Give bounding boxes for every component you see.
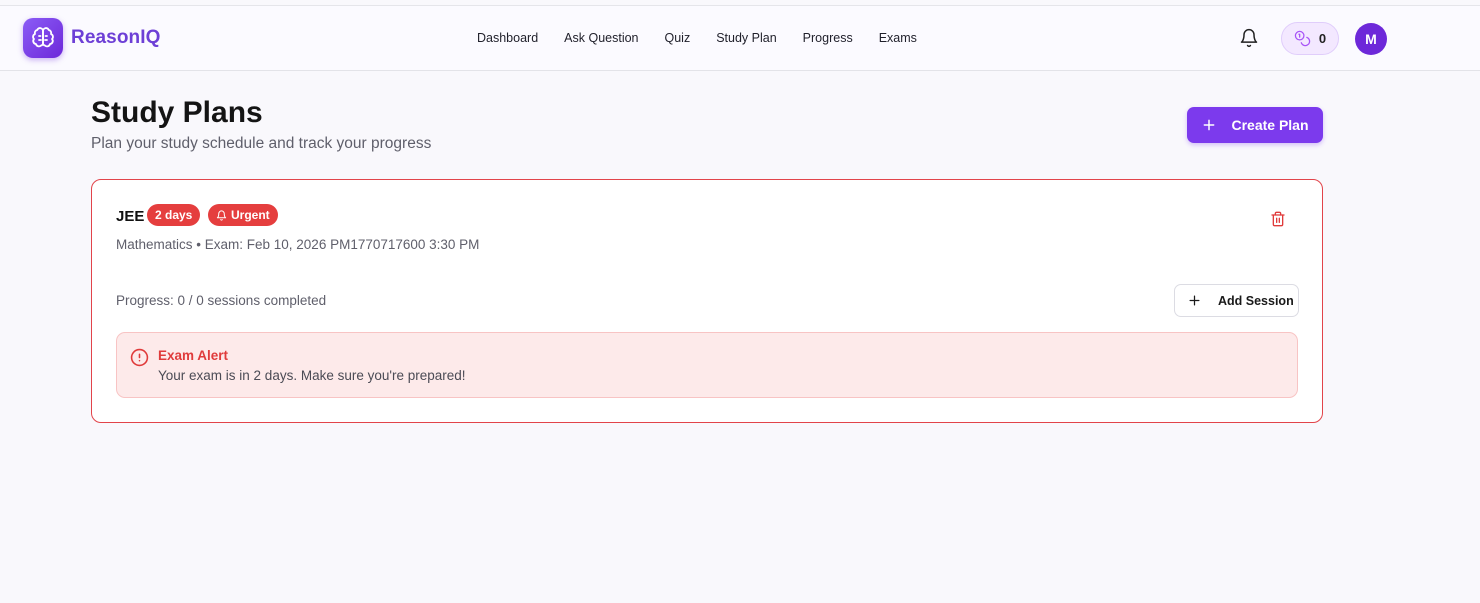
add-session-label: Add Session — [1218, 293, 1294, 308]
alert-circle-icon — [130, 348, 149, 367]
page-subtitle: Plan your study schedule and track your … — [91, 135, 432, 152]
exam-alert: Exam Alert Your exam is in 2 days. Make … — [116, 332, 1298, 398]
nav-exams[interactable]: Exams — [866, 31, 930, 45]
brain-icon — [32, 27, 54, 48]
app-name[interactable]: ReasonIQ — [71, 27, 161, 49]
plus-icon — [1204, 119, 1215, 131]
plan-progress: Progress: 0 / 0 sessions completed — [116, 293, 327, 308]
nav-progress[interactable]: Progress — [790, 31, 866, 45]
top-navbar: ReasonIQ Dashboard Ask Question Quiz Stu… — [0, 6, 1480, 71]
alert-text: Your exam is in 2 days. Make sure you're… — [158, 368, 466, 383]
create-plan-label: Create Plan — [1231, 117, 1309, 133]
bell-icon — [1240, 28, 1258, 48]
points-count: 0 — [1318, 31, 1327, 46]
points-badge[interactable]: 0 — [1281, 22, 1339, 55]
page-title: Study Plans — [91, 96, 263, 129]
avatar[interactable]: M — [1355, 23, 1387, 55]
plan-meta: Mathematics • Exam: Feb 10, 2026 PM17707… — [116, 237, 480, 252]
bell-icon — [216, 209, 227, 221]
plus-icon — [1189, 295, 1200, 306]
nav-quiz[interactable]: Quiz — [652, 31, 704, 45]
add-session-button[interactable]: Add Session — [1174, 284, 1299, 317]
urgent-badge: Urgent — [208, 204, 278, 226]
nav-ask-question[interactable]: Ask Question — [551, 31, 651, 45]
trash-icon — [1271, 211, 1285, 227]
create-plan-button[interactable]: Create Plan — [1187, 107, 1323, 143]
delete-plan-button[interactable] — [1270, 211, 1288, 229]
days-left-badge: 2 days — [147, 204, 201, 226]
nav-study-plan[interactable]: Study Plan — [703, 31, 789, 45]
coins-icon — [1294, 30, 1311, 47]
logo[interactable] — [23, 18, 63, 58]
alert-title: Exam Alert — [158, 348, 229, 363]
nav-dashboard[interactable]: Dashboard — [464, 31, 551, 45]
main-nav: Dashboard Ask Question Quiz Study Plan P… — [464, 31, 930, 45]
plan-name: JEE — [116, 208, 145, 225]
urgent-label: Urgent — [231, 208, 270, 222]
study-plan-card: JEE 2 days Urgent Mathematics • Exam: Fe… — [91, 179, 1323, 423]
notifications-button[interactable] — [1239, 28, 1259, 48]
